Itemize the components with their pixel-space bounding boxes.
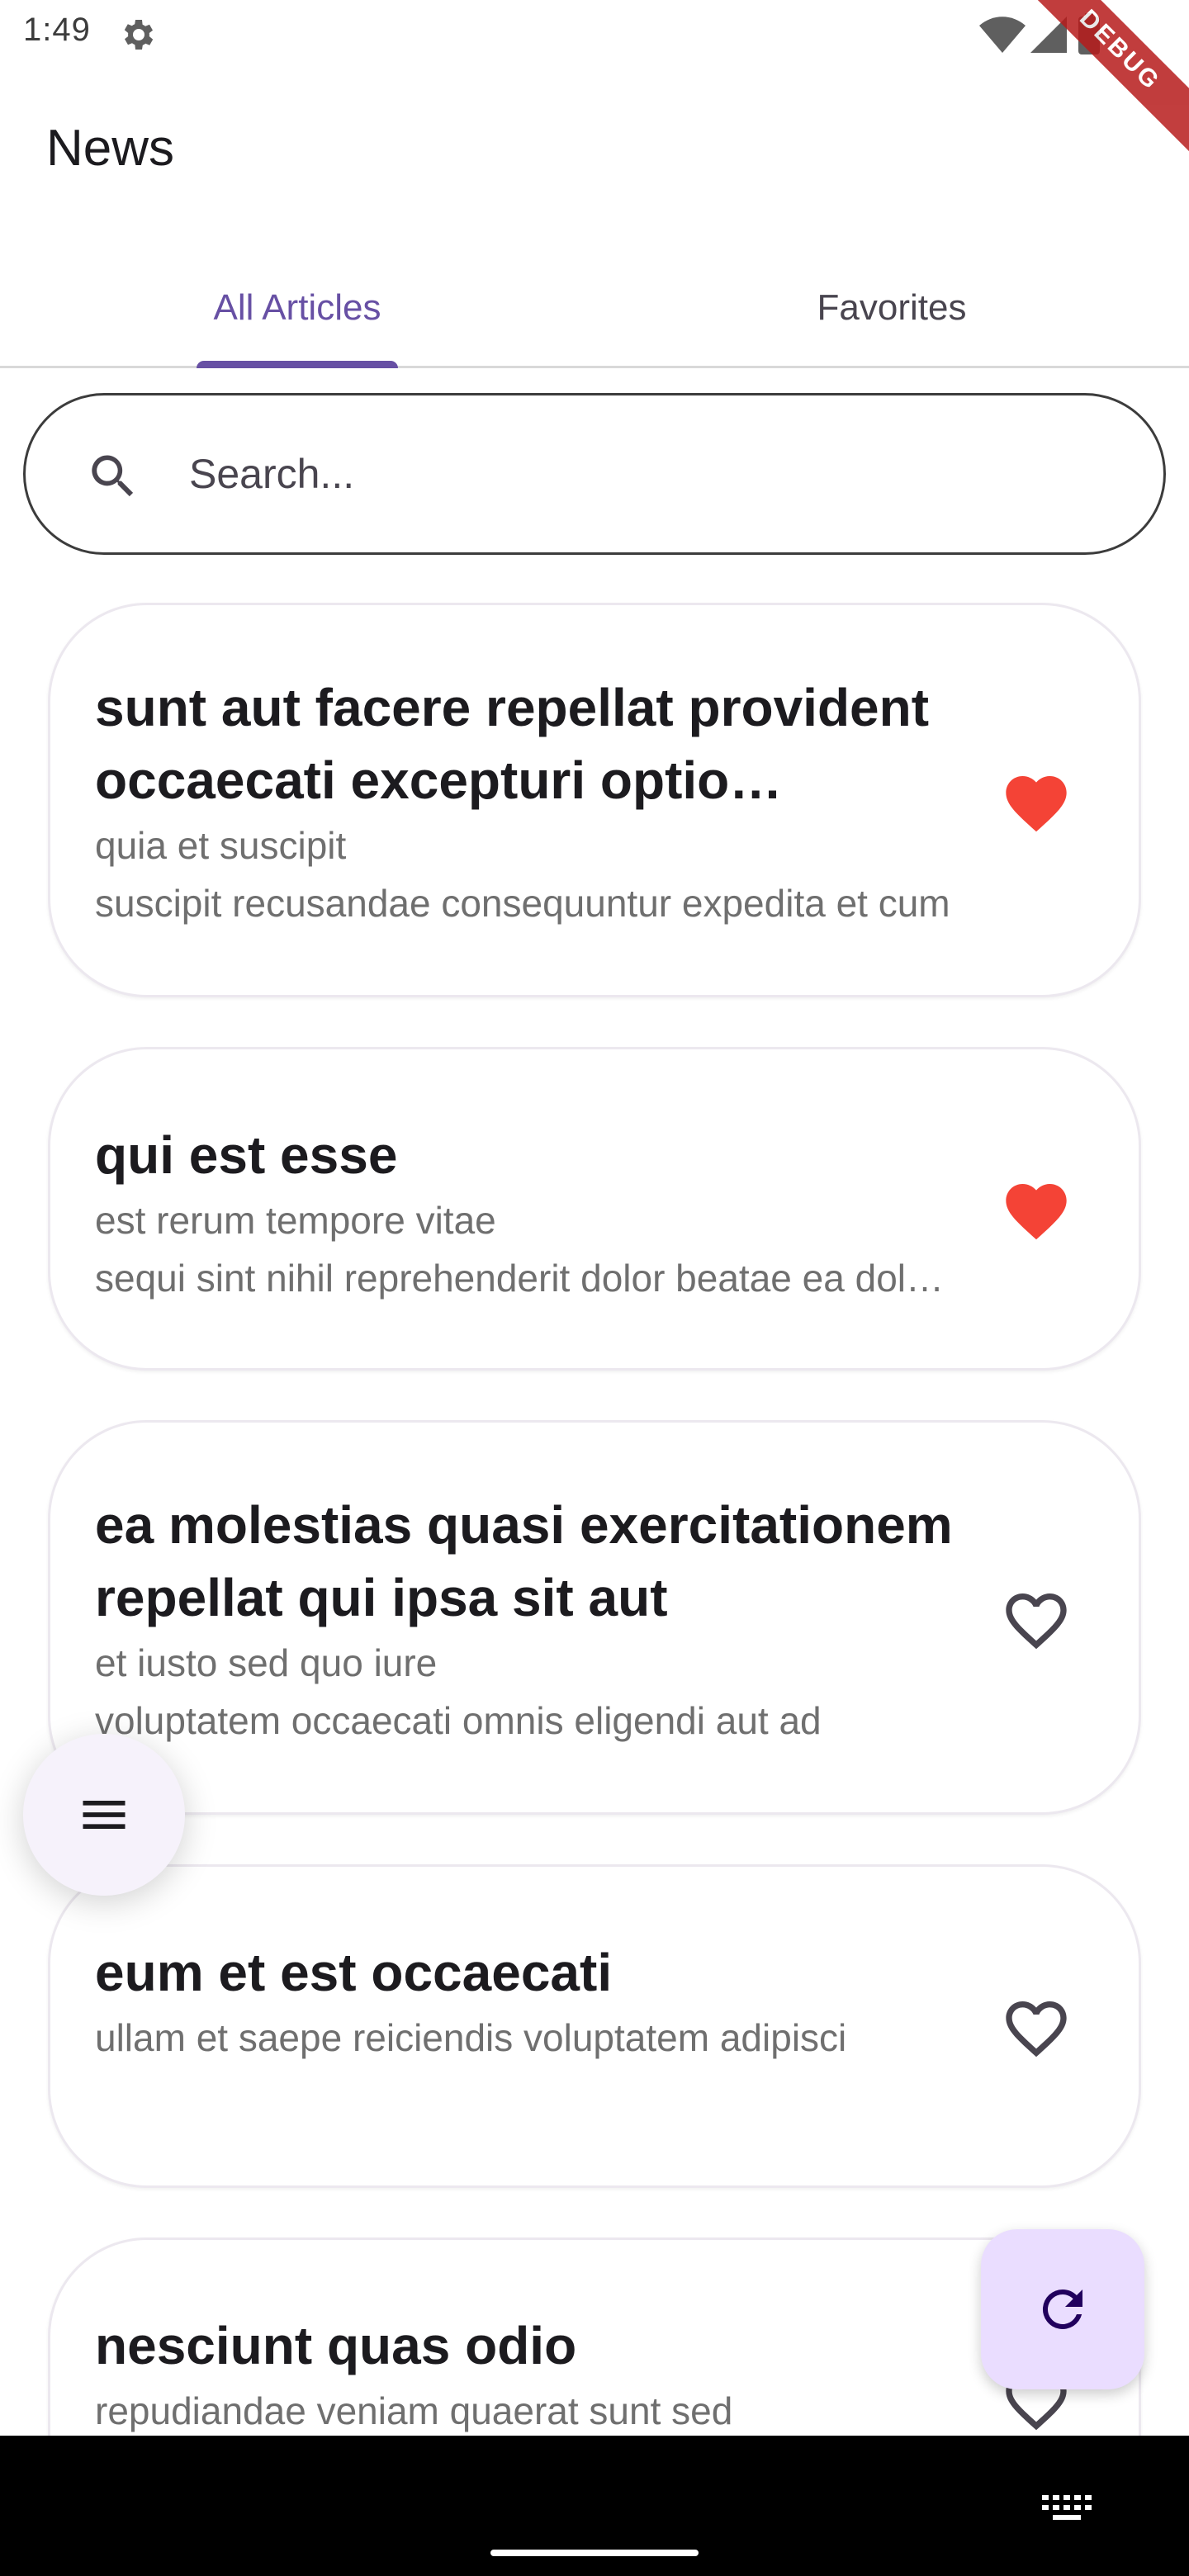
article-title: nesciunt quas odio xyxy=(95,2316,577,2375)
article-card[interactable]: qui est esse est rerum tempore vitae seq… xyxy=(48,1047,1141,1371)
system-nav-bar xyxy=(0,2436,1189,2576)
heart-filled-icon[interactable] xyxy=(1000,767,1073,840)
article-list[interactable]: sunt aut facere repellat provident occae… xyxy=(0,0,1189,2436)
article-card[interactable]: nesciunt quas odio repudiandae veniam qu… xyxy=(48,2237,1141,2436)
article-excerpt-line: est rerum tempore vitae xyxy=(95,1199,496,1242)
article-excerpt-line: quia et suscipit xyxy=(95,824,347,867)
article-excerpt-line: voluptatem occaecati omnis eligendi aut … xyxy=(95,1699,822,1742)
article-excerpt-line: repudiandae veniam quaerat sunt sed xyxy=(95,2389,733,2432)
heart-outline-icon[interactable] xyxy=(1000,1992,1073,2065)
article-card[interactable]: eum et est occaecati ullam et saepe reic… xyxy=(48,1864,1141,2188)
article-title: eum et est occaecati xyxy=(95,1943,613,2002)
article-excerpt-line: suscipit recusandae consequuntur expedit… xyxy=(95,882,950,925)
article-excerpt-line: ullam et saepe reiciendis voluptatem adi… xyxy=(95,2016,847,2059)
article-excerpt-line: sequi sint nihil reprehenderit dolor bea… xyxy=(95,1257,962,1300)
article-excerpt-line: et iusto sed quo iure xyxy=(95,1641,438,1684)
menu-fab[interactable] xyxy=(23,1734,185,1896)
heart-filled-icon[interactable] xyxy=(1000,1175,1073,1248)
article-title: qui est esse xyxy=(95,1125,398,1185)
keyboard-icon[interactable] xyxy=(1042,2495,1092,2525)
home-indicator[interactable] xyxy=(490,2550,699,2556)
article-title: ea molestias quasi exercitationem repell… xyxy=(95,1495,953,1627)
heart-outline-icon[interactable] xyxy=(1000,1584,1073,1657)
refresh-fab[interactable] xyxy=(981,2229,1144,2389)
refresh-icon xyxy=(1042,2290,1082,2329)
article-title: sunt aut facere repellat provident occae… xyxy=(95,678,930,810)
article-card[interactable]: sunt aut facere repellat provident occae… xyxy=(48,603,1141,997)
menu-icon xyxy=(83,1801,126,1829)
article-card[interactable]: ea molestias quasi exercitationem repell… xyxy=(48,1420,1141,1815)
